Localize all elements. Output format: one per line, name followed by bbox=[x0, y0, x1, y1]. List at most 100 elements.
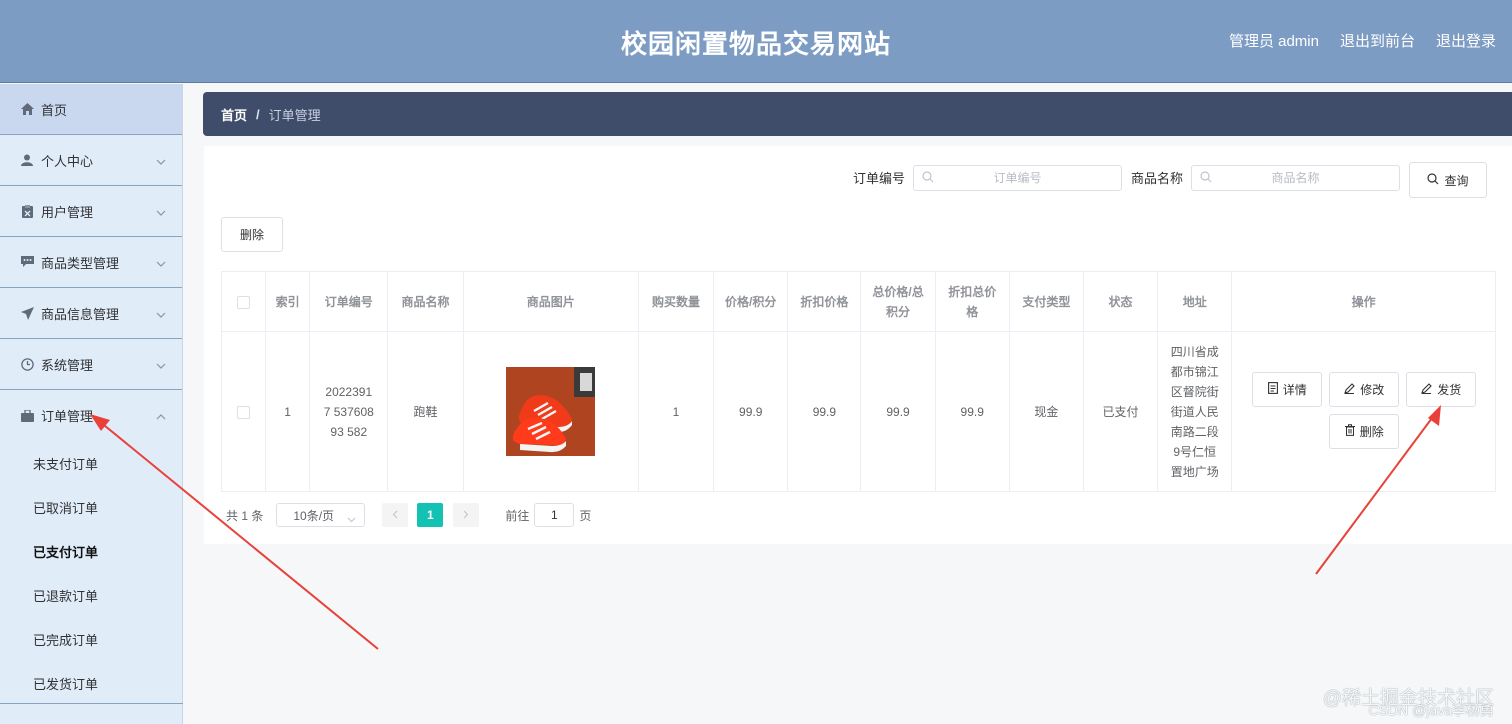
batch-delete-button[interactable]: 删除 bbox=[221, 217, 283, 252]
submenu-unpaid-orders[interactable]: 未支付订单 bbox=[0, 441, 182, 485]
cell-price: 99.9 bbox=[713, 331, 789, 492]
order-no-input[interactable] bbox=[914, 166, 1121, 190]
edit-icon bbox=[1421, 380, 1433, 400]
select-all-checkbox[interactable] bbox=[237, 295, 251, 309]
exit-to-frontend-link[interactable]: 退出到前台 bbox=[1340, 30, 1415, 51]
search-icon bbox=[922, 171, 934, 186]
sidebar-item-label: 首页 bbox=[41, 102, 68, 118]
admin-user-link[interactable]: 管理员 admin bbox=[1229, 30, 1319, 51]
chevron-down-icon bbox=[156, 153, 166, 168]
cell-address: 四川省成都市锦江区督院街街道人民南路二段9号仁恒置地广场 bbox=[1157, 331, 1233, 492]
batch-delete-label: 删除 bbox=[239, 228, 264, 242]
sidebar-item-label: 订单管理 bbox=[41, 409, 94, 424]
column-header: 地址 bbox=[1157, 271, 1233, 332]
sidebar-item-system-management[interactable]: 系统管理 bbox=[0, 339, 182, 390]
watermark-csdn: CSDN @java李杨勇 bbox=[1368, 702, 1494, 718]
clipboard-icon bbox=[20, 204, 34, 218]
submenu-refunded-orders[interactable]: 已退款订单 bbox=[0, 573, 182, 617]
column-header: 商品名称 bbox=[387, 271, 464, 332]
page-number-current[interactable]: 1 bbox=[417, 503, 444, 527]
column-header: 折扣价格 bbox=[787, 271, 862, 332]
detail-button-label: 详情 bbox=[1282, 382, 1307, 397]
column-header: 价格/积分 bbox=[713, 271, 789, 332]
delete-button-label: 删除 bbox=[1359, 424, 1384, 439]
prev-page-button[interactable] bbox=[382, 503, 409, 527]
document-icon bbox=[1267, 380, 1278, 400]
cell-index: 1 bbox=[265, 331, 311, 492]
send-icon bbox=[20, 306, 34, 320]
total-count: 共 1 条 bbox=[226, 508, 264, 523]
chevron-left-icon bbox=[392, 508, 398, 522]
page-size-value: 10条/页 bbox=[293, 508, 335, 523]
sidebar-item-product-type-management[interactable]: 商品类型管理 bbox=[0, 237, 182, 288]
sidebar-item-label: 系统管理 bbox=[41, 357, 94, 373]
sidebar: 首页 个人中心 用户管理 商品类型管理 商品信息管理 系统管理 订单管理 未支付… bbox=[0, 84, 183, 724]
trash-icon bbox=[1344, 422, 1355, 442]
column-header: 订单编号 bbox=[309, 271, 389, 332]
query-button[interactable]: 查询 bbox=[1409, 162, 1487, 198]
submenu-cancelled-orders[interactable]: 已取消订单 bbox=[0, 485, 182, 529]
chat-icon bbox=[20, 255, 34, 269]
detail-button[interactable]: 详情 bbox=[1252, 372, 1323, 407]
sidebar-divider bbox=[0, 703, 183, 704]
cell-discount-total: 99.9 bbox=[934, 331, 1010, 492]
cell-product-name: 跑鞋 bbox=[387, 331, 464, 492]
delete-button[interactable]: 删除 bbox=[1329, 414, 1400, 449]
order-no-search-field[interactable] bbox=[913, 165, 1122, 191]
sidebar-item-user-management[interactable]: 用户管理 bbox=[0, 186, 182, 237]
bag-icon bbox=[20, 409, 34, 423]
next-page-button[interactable] bbox=[453, 503, 480, 527]
column-header: 状态 bbox=[1082, 271, 1159, 332]
search-icon bbox=[1200, 171, 1212, 186]
table-row: 1 20223917 53760893 582 跑鞋 1 99.9 99.9 9… bbox=[220, 331, 1496, 492]
row-checkbox[interactable] bbox=[237, 405, 251, 419]
order-no-label: 订单编号 bbox=[853, 171, 906, 186]
column-header: 商品图片 bbox=[462, 271, 639, 332]
submenu-shipped-orders[interactable]: 已发货订单 bbox=[0, 661, 182, 705]
query-button-label: 查询 bbox=[1444, 173, 1469, 188]
select-all-cell bbox=[220, 271, 267, 332]
sidebar-item-label: 商品类型管理 bbox=[41, 255, 120, 271]
row-select-cell bbox=[220, 331, 267, 492]
column-header: 总价格/总积分 bbox=[860, 271, 936, 332]
cell-total-price: 99.9 bbox=[860, 331, 936, 492]
cell-pay-type: 现金 bbox=[1008, 331, 1084, 492]
sidebar-item-label: 个人中心 bbox=[41, 153, 94, 169]
product-image[interactable] bbox=[506, 367, 596, 456]
submenu-completed-orders[interactable]: 已完成订单 bbox=[0, 617, 182, 661]
ship-button[interactable]: 发货 bbox=[1406, 372, 1477, 407]
sidebar-item-product-info-management[interactable]: 商品信息管理 bbox=[0, 288, 182, 339]
edit-button[interactable]: 修改 bbox=[1329, 372, 1400, 407]
cell-status: 已支付 bbox=[1082, 331, 1159, 492]
logout-link[interactable]: 退出登录 bbox=[1436, 30, 1496, 51]
breadcrumb-home-link[interactable]: 首页 bbox=[221, 105, 247, 124]
product-name-search-field[interactable] bbox=[1191, 165, 1400, 191]
orders-table: 索引 订单编号 商品名称 商品图片 购买数量 价格/积分 折扣价格 总价格/总积… bbox=[220, 271, 1496, 492]
column-header: 索引 bbox=[265, 271, 311, 332]
chevron-down-icon bbox=[156, 306, 166, 321]
table-header-row: 索引 订单编号 商品名称 商品图片 购买数量 价格/积分 折扣价格 总价格/总积… bbox=[220, 271, 1496, 332]
sidebar-item-label: 用户管理 bbox=[41, 204, 94, 220]
product-name-input[interactable] bbox=[1192, 166, 1399, 190]
edit-icon bbox=[1344, 380, 1356, 400]
column-header: 购买数量 bbox=[637, 271, 715, 332]
main-panel: 订单编号 商品名称 查询 删除 索引 订单编号 商品名称 商品图片 购买数 bbox=[204, 146, 1512, 544]
chevron-down-icon bbox=[347, 512, 356, 526]
cell-actions: 详情 修改 发货 删除 bbox=[1231, 331, 1496, 492]
user-icon bbox=[20, 153, 34, 167]
sidebar-item-label: 商品信息管理 bbox=[41, 306, 120, 322]
chevron-down-icon bbox=[156, 357, 166, 372]
breadcrumb-separator: / bbox=[256, 106, 260, 122]
sidebar-item-home[interactable]: 首页 bbox=[0, 84, 182, 135]
submenu-paid-orders[interactable]: 已支付订单 bbox=[0, 529, 182, 573]
page-suffix-label: 页 bbox=[579, 508, 592, 523]
sidebar-item-personal-center[interactable]: 个人中心 bbox=[0, 135, 182, 186]
chevron-down-icon bbox=[156, 204, 166, 219]
goto-page-input[interactable]: 1 bbox=[534, 503, 575, 527]
top-header: 校园闲置物品交易网站 管理员 admin 退出到前台 退出登录 bbox=[0, 0, 1512, 83]
clock-icon bbox=[20, 357, 34, 371]
sidebar-item-order-management[interactable]: 订单管理 bbox=[0, 390, 182, 441]
chevron-right-icon bbox=[463, 508, 469, 522]
page-size-select[interactable]: 10条/页 bbox=[276, 503, 366, 527]
cell-quantity: 1 bbox=[637, 331, 715, 492]
